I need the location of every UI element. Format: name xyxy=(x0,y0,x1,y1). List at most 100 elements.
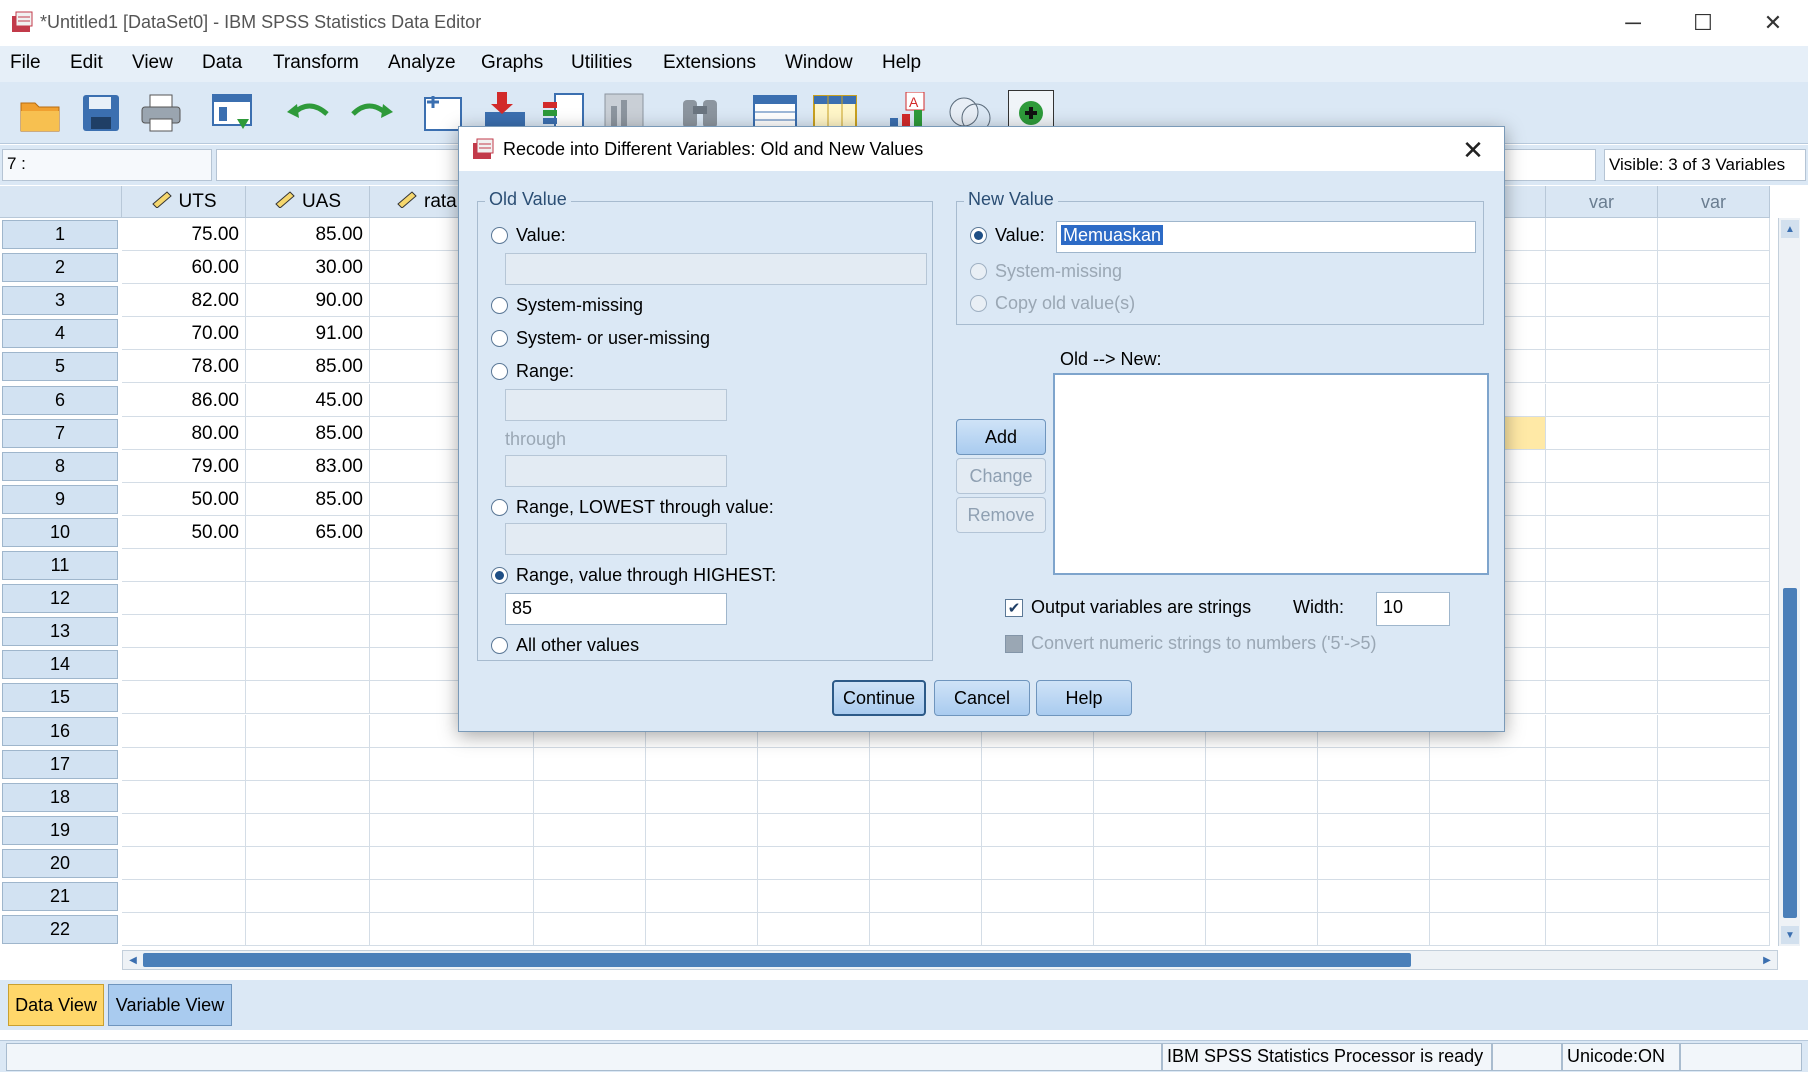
dialog-recall-icon[interactable] xyxy=(210,90,256,136)
grid-cell[interactable] xyxy=(758,747,870,781)
column-header-var[interactable]: var xyxy=(1546,186,1658,218)
menu-file[interactable]: File xyxy=(10,52,41,74)
vertical-scroll-thumb[interactable] xyxy=(1783,588,1797,918)
grid-cell[interactable]: 79.00 xyxy=(122,449,246,483)
grid-cell[interactable] xyxy=(246,880,370,914)
help-button[interactable]: Help xyxy=(1036,680,1132,716)
grid-cell[interactable] xyxy=(1546,317,1658,351)
range-to-input[interactable] xyxy=(505,455,727,487)
grid-cell[interactable] xyxy=(1546,416,1658,450)
grid-cell[interactable]: 45.00 xyxy=(246,383,370,417)
grid-cell[interactable] xyxy=(1094,880,1206,914)
grid-cell[interactable] xyxy=(870,747,982,781)
grid-cell[interactable] xyxy=(1430,813,1546,847)
grid-cell[interactable] xyxy=(1546,515,1658,549)
grid-cell[interactable] xyxy=(246,615,370,649)
grid-cell[interactable] xyxy=(1546,449,1658,483)
grid-cell[interactable]: 91.00 xyxy=(246,317,370,351)
grid-cell[interactable] xyxy=(1546,350,1658,384)
grid-cell[interactable] xyxy=(1658,549,1770,583)
grid-cell[interactable] xyxy=(1206,880,1318,914)
grid-cell[interactable] xyxy=(1094,846,1206,880)
grid-cell[interactable] xyxy=(534,780,646,814)
grid-cell[interactable] xyxy=(982,846,1094,880)
grid-cell[interactable] xyxy=(1546,813,1658,847)
grid-cell[interactable]: 82.00 xyxy=(122,284,246,318)
grid-cell[interactable]: 86.00 xyxy=(122,383,246,417)
grid-cell[interactable] xyxy=(246,846,370,880)
grid-cell[interactable] xyxy=(982,780,1094,814)
grid-cell[interactable] xyxy=(1318,747,1430,781)
grid-cell[interactable] xyxy=(758,880,870,914)
grid-cell[interactable] xyxy=(1658,747,1770,781)
grid-cell[interactable] xyxy=(122,681,246,715)
grid-cell[interactable] xyxy=(1658,880,1770,914)
grid-cell[interactable] xyxy=(246,913,370,947)
dialog-close-icon[interactable]: ✕ xyxy=(1453,133,1493,167)
grid-cell[interactable]: 50.00 xyxy=(122,482,246,516)
grid-cell[interactable] xyxy=(1206,780,1318,814)
grid-cell[interactable] xyxy=(534,880,646,914)
horizontal-scroll-thumb[interactable] xyxy=(143,953,1411,967)
grid-cell[interactable] xyxy=(646,913,758,947)
column-header-var[interactable]: var xyxy=(1658,186,1770,218)
scroll-left-arrow-icon[interactable]: ◀ xyxy=(125,952,141,968)
tab-data-view[interactable]: Data View xyxy=(8,984,104,1026)
row-header[interactable]: 5 xyxy=(2,352,118,382)
grid-cell[interactable]: 70.00 xyxy=(122,317,246,351)
grid-cell[interactable] xyxy=(1094,813,1206,847)
grid-cell[interactable] xyxy=(1318,913,1430,947)
grid-cell[interactable] xyxy=(982,880,1094,914)
row-header[interactable]: 7 xyxy=(2,418,118,448)
grid-cell[interactable] xyxy=(1318,880,1430,914)
old-system-or-user-missing-radio[interactable]: System- or user-missing xyxy=(491,328,710,349)
grid-cell[interactable] xyxy=(1658,714,1770,748)
grid-cell[interactable] xyxy=(758,913,870,947)
row-header[interactable]: 16 xyxy=(2,716,118,746)
output-strings-checkbox[interactable]: ✔ Output variables are strings xyxy=(1005,597,1251,618)
grid-cell[interactable] xyxy=(1206,747,1318,781)
menu-analyze[interactable]: Analyze xyxy=(388,52,456,74)
add-button[interactable]: Add xyxy=(956,419,1046,455)
menu-extensions[interactable]: Extensions xyxy=(663,52,756,74)
grid-cell[interactable]: 85.00 xyxy=(246,218,370,252)
grid-cell[interactable] xyxy=(122,880,246,914)
grid-cell[interactable] xyxy=(1658,780,1770,814)
grid-cell[interactable] xyxy=(1658,416,1770,450)
row-header[interactable]: 19 xyxy=(2,815,118,845)
grid-cell[interactable] xyxy=(1546,780,1658,814)
menu-window[interactable]: Window xyxy=(785,52,853,74)
grid-cell[interactable] xyxy=(1658,648,1770,682)
grid-cell[interactable] xyxy=(758,846,870,880)
grid-cell[interactable] xyxy=(1546,549,1658,583)
grid-cell[interactable] xyxy=(1658,317,1770,351)
grid-cell[interactable] xyxy=(1658,813,1770,847)
grid-cell[interactable] xyxy=(370,813,534,847)
remove-button[interactable]: Remove xyxy=(956,497,1046,533)
grid-cell[interactable] xyxy=(1546,284,1658,318)
maximize-button[interactable]: ☐ xyxy=(1668,0,1738,46)
grid-cell[interactable] xyxy=(1430,913,1546,947)
grid-cell[interactable]: 78.00 xyxy=(122,350,246,384)
row-header[interactable]: 20 xyxy=(2,848,118,878)
column-header-uas[interactable]: UAS xyxy=(246,186,370,218)
grid-cell[interactable] xyxy=(534,913,646,947)
grid-cell[interactable] xyxy=(982,913,1094,947)
vertical-scrollbar[interactable]: ▲ ▼ xyxy=(1778,218,1800,946)
grid-cell[interactable] xyxy=(246,549,370,583)
grid-cell[interactable]: 75.00 xyxy=(122,218,246,252)
grid-cell[interactable] xyxy=(1546,747,1658,781)
grid-cell[interactable] xyxy=(122,615,246,649)
old-value-input[interactable] xyxy=(505,253,927,285)
grid-cell[interactable] xyxy=(1430,780,1546,814)
grid-cell[interactable]: 30.00 xyxy=(246,251,370,285)
old-new-list[interactable] xyxy=(1053,373,1489,575)
grid-cell[interactable] xyxy=(870,813,982,847)
menu-help[interactable]: Help xyxy=(882,52,921,74)
old-range-radio[interactable]: Range: xyxy=(491,361,574,382)
grid-cell[interactable] xyxy=(1658,284,1770,318)
grid-cell[interactable] xyxy=(758,780,870,814)
menu-data[interactable]: Data xyxy=(202,52,242,74)
grid-cell[interactable] xyxy=(1430,846,1546,880)
grid-cell[interactable] xyxy=(1546,714,1658,748)
